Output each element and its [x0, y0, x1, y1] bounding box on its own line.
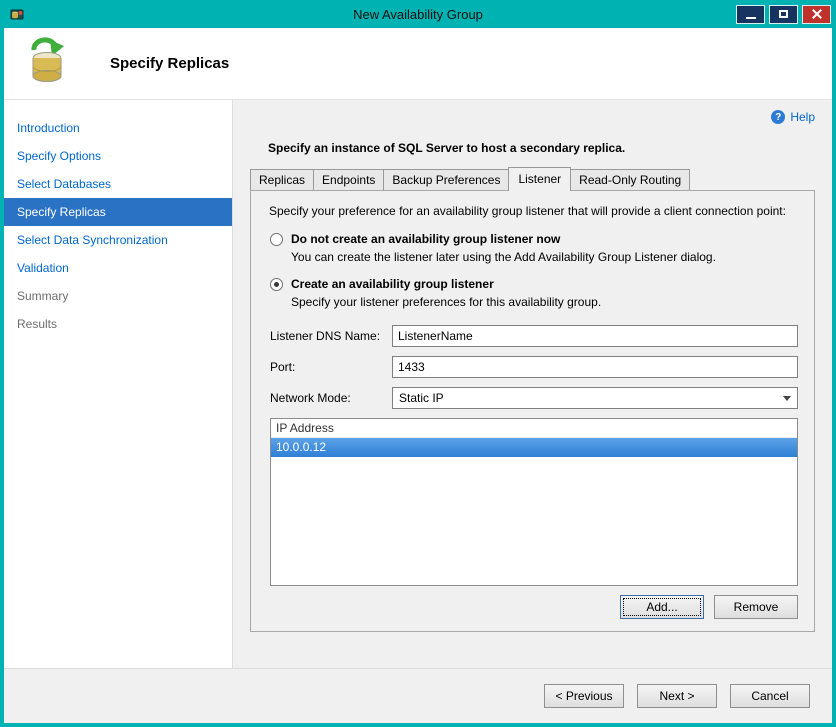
wizard-footer: < Previous Next > Cancel [4, 668, 832, 723]
radio-create-listener-icon[interactable] [270, 277, 283, 291]
chevron-down-icon [783, 395, 791, 401]
tab-endpoints[interactable]: Endpoints [313, 169, 385, 190]
titlebar: New Availability Group [0, 0, 836, 28]
tab-backup-preferences[interactable]: Backup Preferences [383, 169, 510, 190]
radio-no-listener-label[interactable]: Do not create an availability group list… [291, 232, 560, 246]
port-row: Port: [270, 356, 798, 378]
radio-create-listener-label[interactable]: Create an availability group listener [291, 277, 494, 291]
sidebar-item-validation[interactable]: Validation [4, 254, 232, 282]
next-button[interactable]: Next > [637, 684, 717, 708]
window-icon[interactable] [9, 6, 25, 22]
replicas-database-icon [26, 36, 76, 91]
help-label: Help [790, 110, 815, 124]
radio-create-listener[interactable]: Create an availability group listener [270, 277, 798, 291]
minimize-button[interactable] [736, 4, 765, 24]
remove-button[interactable]: Remove [714, 595, 798, 619]
sidebar-item-specify-replicas[interactable]: Specify Replicas [4, 198, 232, 226]
tab-read-only-routing[interactable]: Read-Only Routing [570, 169, 691, 190]
tab-listener[interactable]: Listener [508, 167, 572, 191]
wizard-sidebar: Introduction Specify Options Select Data… [4, 100, 233, 668]
page-title: Specify Replicas [110, 55, 230, 72]
port-label: Port: [270, 360, 296, 374]
sidebar-item-introduction[interactable]: Introduction [4, 114, 232, 142]
minimize-icon [745, 16, 756, 19]
maximize-icon [779, 10, 788, 18]
tab-strip: Replicas Endpoints Backup Preferences Li… [250, 167, 815, 191]
close-button[interactable] [802, 4, 831, 24]
cancel-button[interactable]: Cancel [730, 684, 810, 708]
maximize-button[interactable] [769, 4, 798, 24]
ip-address-list: IP Address 10.0.0.12 [270, 418, 798, 586]
dialog-window: New Availability Group Specify Replicas [0, 0, 836, 727]
sidebar-item-select-data-synchronization[interactable]: Select Data Synchronization [4, 226, 232, 254]
sidebar-item-results: Results [17, 317, 58, 331]
body-row: Introduction Specify Options Select Data… [4, 100, 832, 668]
listener-preference-text: Specify your preference for an availabil… [269, 204, 786, 218]
wizard-header: Specify Replicas [4, 28, 832, 100]
radio-no-listener-description: You can create the listener later using … [291, 250, 716, 264]
ip-list-buttons: Add... Remove [267, 595, 798, 619]
network-mode-select[interactable]: Static IP [392, 387, 798, 409]
dns-name-input[interactable] [392, 325, 798, 347]
main-content: ? Help Specify an instance of SQL Server… [233, 100, 832, 668]
dns-name-row: Listener DNS Name: [270, 325, 798, 347]
radio-no-listener-icon[interactable] [270, 232, 283, 246]
sidebar-item-select-databases[interactable]: Select Databases [4, 170, 232, 198]
help-icon: ? [771, 110, 786, 124]
listener-tab-panel: Specify your preference for an availabil… [250, 190, 815, 632]
add-button[interactable]: Add... [620, 595, 704, 619]
radio-create-listener-description: Specify your listener preferences for th… [291, 295, 602, 309]
window-controls [736, 4, 831, 24]
help-link[interactable]: ? Help [250, 100, 815, 124]
radio-no-listener[interactable]: Do not create an availability group list… [270, 232, 798, 246]
dialog-frame: Specify Replicas Introduction Specify Op… [4, 28, 832, 723]
instruction-text: Specify an instance of SQL Server to hos… [268, 141, 626, 155]
port-input[interactable] [392, 356, 798, 378]
sidebar-item-specify-options[interactable]: Specify Options [4, 142, 232, 170]
network-mode-label: Network Mode: [270, 391, 351, 405]
tab-replicas[interactable]: Replicas [250, 169, 315, 190]
window-title: New Availability Group [353, 6, 483, 22]
previous-button[interactable]: < Previous [544, 684, 624, 708]
network-mode-value: Static IP [399, 391, 444, 405]
sidebar-item-summary: Summary [17, 289, 69, 303]
ip-address-row[interactable]: 10.0.0.12 [271, 438, 797, 457]
close-icon [812, 9, 822, 19]
ip-address-column-header: IP Address [271, 419, 797, 438]
network-mode-row: Network Mode: Static IP [270, 387, 798, 409]
dns-name-label: Listener DNS Name: [270, 329, 381, 343]
